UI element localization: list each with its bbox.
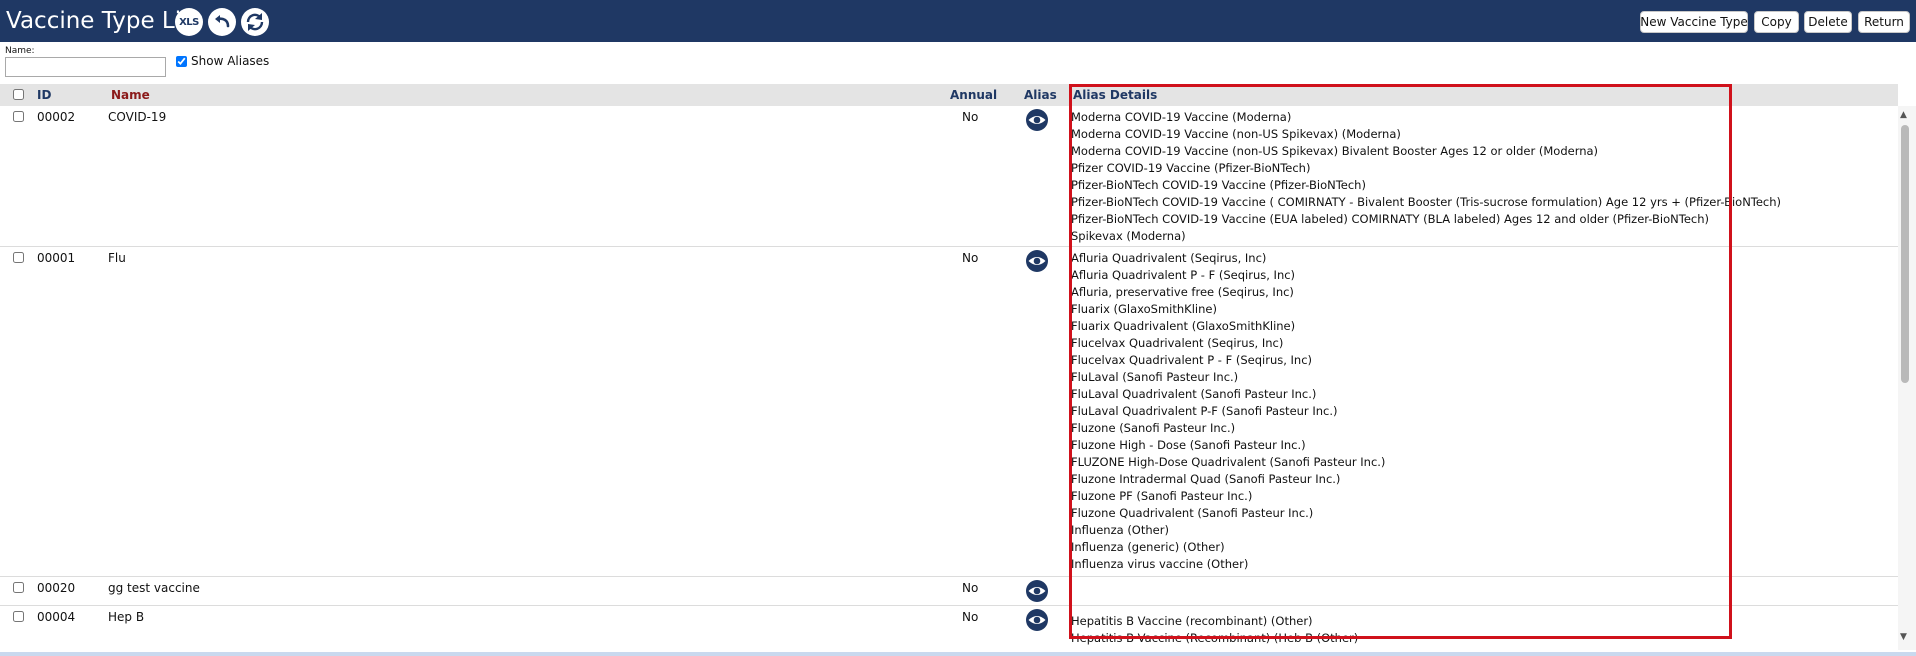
row-annual: No [962,610,979,624]
alias-item: Hepatitis B Vaccine (Recombinant) (Heb B… [1071,647,1358,650]
row-id: 00001 [37,251,76,265]
undo-icon [215,15,230,28]
alias-item: FluLaval Quadrivalent P-F (Sanofi Pasteu… [1071,404,1338,418]
alias-item: FluLaval (Sanofi Pasteur Inc.) [1071,370,1239,384]
alias-item: Fluzone (Sanofi Pasteur Inc.) [1071,421,1236,435]
column-header-alias: Alias [1024,88,1057,102]
row-annual: No [962,251,979,265]
title-bar: Vaccine Type List XLS New Vaccine Type C… [0,0,1916,42]
row-id: 00004 [37,610,76,624]
row-name: Flu [108,251,126,265]
row-select-checkbox[interactable] [13,111,24,122]
alias-item: Fluzone High - Dose (Sanofi Pasteur Inc.… [1071,438,1306,452]
alias-item: Hepatitis B Vaccine (recombinant) (Other… [1071,614,1313,628]
alias-item: Moderna COVID-19 Vaccine (non-US Spikeva… [1071,127,1401,141]
column-header-name[interactable]: Name [111,88,150,102]
select-all-checkbox[interactable] [13,89,24,100]
name-filter-input[interactable] [5,57,166,77]
scroll-up-icon[interactable]: ▲ [1900,110,1907,120]
alias-details: Moderna COVID-19 Vaccine (Moderna) Modern… [1071,109,1781,245]
alias-details: Afluria Quadrivalent (Seqirus, Inc) Aflur… [1071,250,1385,573]
undo-button[interactable] [208,8,236,36]
refresh-button[interactable] [241,8,269,36]
alias-item: Pfizer COVID-19 Vaccine (Pfizer-BioNTech… [1071,161,1311,175]
table-row[interactable]: 00004 Hep B No Hepatitis B Vaccine (reco… [0,606,1898,650]
table-row[interactable]: 00001 Flu No Afluria Quadrivalent (Seqir… [0,247,1898,577]
alias-item: Influenza (generic) (Other) [1071,540,1225,554]
alias-item: Influenza (Other) [1071,523,1169,537]
alias-details: Hepatitis B Vaccine (recombinant) (Other… [1071,613,1358,650]
row-id: 00020 [37,581,76,595]
show-aliases-checkbox[interactable] [176,55,187,67]
row-name: COVID-19 [108,110,167,124]
show-aliases-toggle[interactable]: Show Aliases [176,54,269,68]
name-filter-label: Name: [5,46,35,56]
eye-icon [1026,250,1048,272]
alias-item: Fluzone Quadrivalent (Sanofi Pasteur Inc… [1071,506,1314,520]
alias-item: Fluarix (GlaxoSmithKline) [1071,302,1217,316]
alias-item: Afluria Quadrivalent (Seqirus, Inc) [1071,251,1267,265]
view-aliases-button[interactable] [1025,250,1049,272]
eye-icon [1026,109,1048,131]
eye-icon [1026,609,1048,631]
alias-item: FluLaval Quadrivalent (Sanofi Pasteur In… [1071,387,1317,401]
scroll-down-icon[interactable]: ▼ [1900,632,1907,642]
eye-icon [1026,580,1048,602]
table-header: ID Name Annual Alias Alias Details [0,84,1898,106]
export-xls-button[interactable]: XLS [175,8,203,36]
row-select-checkbox[interactable] [13,582,24,593]
row-select-checkbox[interactable] [13,252,24,263]
alias-item: Afluria, preservative free (Seqirus, Inc… [1071,285,1294,299]
row-name: Hep B [108,610,145,624]
xls-icon: XLS [179,16,199,28]
alias-item: Moderna COVID-19 Vaccine (Moderna) [1071,110,1292,124]
row-annual: No [962,110,979,124]
alias-item: Pfizer-BioNTech COVID-19 Vaccine ( COMIR… [1071,195,1782,209]
table-row[interactable]: 00020 gg test vaccine No [0,577,1898,606]
alias-item: Moderna COVID-19 Vaccine (non-US Spikeva… [1071,144,1599,158]
alias-item: FLUZONE High-Dose Quadrivalent (Sanofi P… [1071,455,1386,469]
row-annual: No [962,581,979,595]
view-aliases-button[interactable] [1025,109,1049,131]
column-header-id[interactable]: ID [37,88,51,102]
alias-item: Flucelvax Quadrivalent (Seqirus, Inc) [1071,336,1284,350]
column-header-alias-details: Alias Details [1073,88,1158,102]
alias-item: Hepatitis B Vaccine (Recombinant) (Heb B… [1071,631,1359,645]
row-name: gg test vaccine [108,581,200,595]
scrollbar-thumb[interactable] [1901,125,1909,383]
alias-item: Afluria Quadrivalent P - F (Seqirus, Inc… [1071,268,1296,282]
show-aliases-label: Show Aliases [191,54,270,68]
alias-item: Fluzone Intradermal Quad (Sanofi Pasteur… [1071,472,1341,486]
alias-item: Spikevax (Moderna) [1071,229,1186,243]
delete-button[interactable]: Delete [1804,11,1852,33]
vaccine-type-table: 00002 COVID-19 No Moderna COVID-19 Vacci… [0,106,1898,650]
column-header-annual[interactable]: Annual [950,88,997,102]
row-select-checkbox[interactable] [13,611,24,622]
alias-item: Pfizer-BioNTech COVID-19 Vaccine (EUA la… [1071,212,1709,226]
view-aliases-button[interactable] [1025,580,1049,602]
alias-item: Influenza virus vaccine (Other) [1071,557,1249,571]
bottom-bar [0,652,1916,656]
row-id: 00002 [37,110,76,124]
return-button[interactable]: Return [1858,11,1910,33]
alias-item: Fluzone PF (Sanofi Pasteur Inc.) [1071,489,1253,503]
alias-item: Fluarix Quadrivalent (GlaxoSmithKline) [1071,319,1296,333]
copy-button[interactable]: Copy [1754,11,1799,33]
refresh-icon [246,13,264,31]
new-vaccine-type-button[interactable]: New Vaccine Type [1640,11,1748,33]
table-row[interactable]: 00002 COVID-19 No Moderna COVID-19 Vacci… [0,106,1898,247]
alias-item: Flucelvax Quadrivalent P - F (Seqirus, I… [1071,353,1313,367]
page-title: Vaccine Type List [6,8,203,34]
view-aliases-button[interactable] [1025,609,1049,631]
alias-item: Pfizer-BioNTech COVID-19 Vaccine (Pfizer… [1071,178,1366,192]
